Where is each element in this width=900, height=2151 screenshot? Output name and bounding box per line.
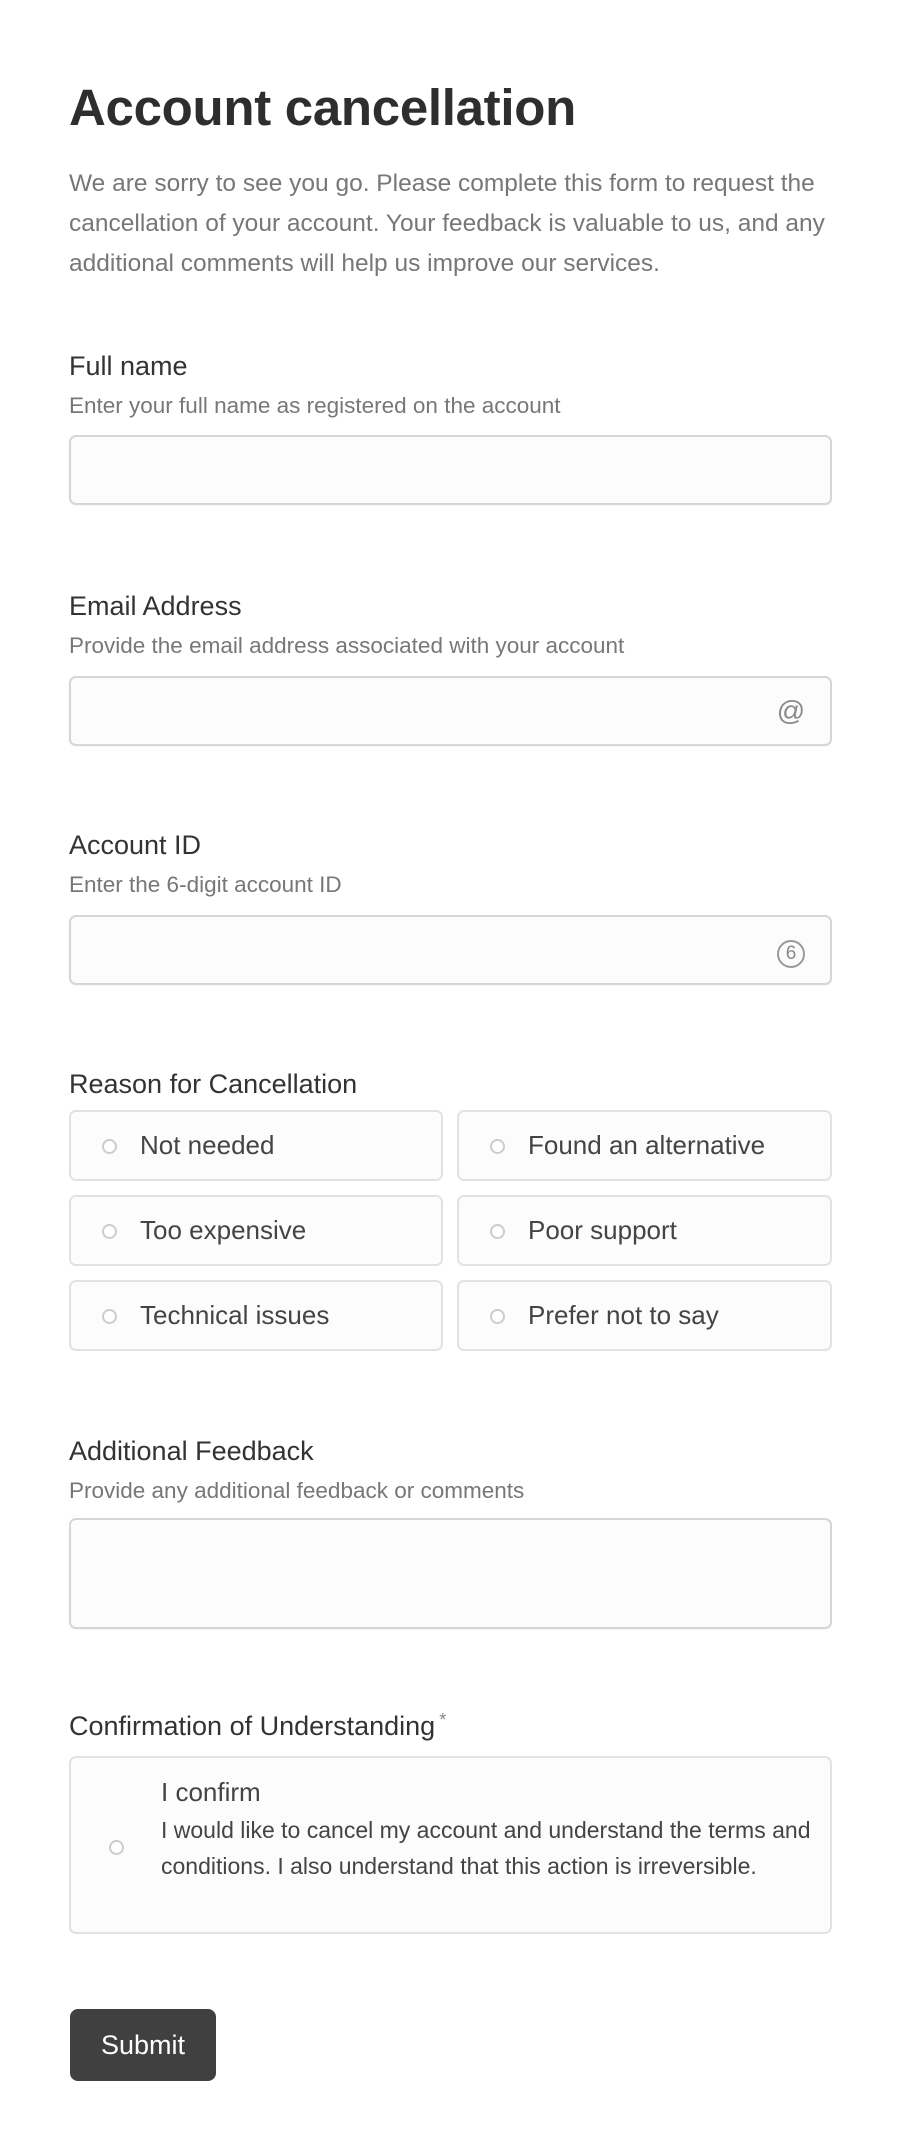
- reason-option-not-needed[interactable]: Not needed: [69, 1110, 443, 1181]
- reason-option-technical-issues[interactable]: Technical issues: [69, 1280, 443, 1351]
- feedback-hint: Provide any additional feedback or comme…: [69, 1478, 525, 1503]
- confirm-option[interactable]: I confirm I would like to cancel my acco…: [69, 1756, 832, 1934]
- full-name-label: Full name: [69, 351, 188, 381]
- feedback-textarea[interactable]: [71, 1520, 830, 1627]
- page-description: We are sorry to see you go. Please compl…: [69, 170, 825, 277]
- radio-icon[interactable]: [490, 1138, 505, 1154]
- radio-icon[interactable]: [102, 1308, 117, 1324]
- account-id-field[interactable]: 6: [69, 915, 832, 985]
- email-input[interactable]: [71, 678, 830, 744]
- feedback-field[interactable]: [69, 1518, 832, 1629]
- reason-option-label: Poor support: [528, 1215, 677, 1245]
- email-hint: Provide the email address associated wit…: [69, 633, 625, 658]
- submit-button[interactable]: Submit: [70, 2009, 216, 2081]
- confirm-option-text: I would like to cancel my account and un…: [161, 1817, 811, 1879]
- reason-option-label: Too expensive: [140, 1215, 307, 1245]
- reason-option-label: Not needed: [140, 1130, 275, 1160]
- account-id-hint: Enter the 6-digit account ID: [69, 872, 342, 897]
- reason-label: Reason for Cancellation: [69, 1069, 358, 1099]
- radio-icon[interactable]: [490, 1308, 505, 1324]
- circled-six-icon: 6: [776, 935, 806, 968]
- account-id-input[interactable]: [71, 917, 830, 983]
- full-name-field[interactable]: [69, 435, 832, 505]
- email-field[interactable]: @: [69, 676, 832, 746]
- radio-icon[interactable]: [102, 1138, 117, 1154]
- account-id-label: Account ID: [69, 830, 202, 860]
- reason-option-prefer-not-to-say[interactable]: Prefer not to say: [457, 1280, 832, 1351]
- reason-option-found-alternative[interactable]: Found an alternative: [457, 1110, 832, 1181]
- required-marker: *: [439, 1710, 447, 1730]
- reason-option-label: Prefer not to say: [528, 1300, 719, 1330]
- page-title: Account cancellation: [69, 79, 576, 136]
- reason-option-label: Found an alternative: [528, 1130, 766, 1160]
- feedback-label: Additional Feedback: [69, 1436, 314, 1466]
- email-label: Email Address: [69, 591, 242, 621]
- radio-icon[interactable]: [109, 1840, 124, 1855]
- radio-icon[interactable]: [102, 1223, 117, 1239]
- reason-option-label: Technical issues: [140, 1300, 330, 1330]
- confirmation-label-text: Confirmation of Understanding: [69, 1711, 436, 1741]
- reason-option-too-expensive[interactable]: Too expensive: [69, 1195, 443, 1266]
- full-name-input[interactable]: [71, 437, 830, 503]
- reason-option-poor-support[interactable]: Poor support: [457, 1195, 832, 1266]
- radio-icon[interactable]: [490, 1223, 505, 1239]
- at-sign-icon: @: [776, 695, 806, 726]
- confirmation-label: Confirmation of Understanding *: [69, 1710, 446, 1742]
- circled-six-glyph: 6: [777, 940, 805, 968]
- reason-options: Not needed Found an alternative Too expe…: [69, 1110, 832, 1351]
- confirm-option-title: I confirm: [161, 1777, 261, 1807]
- full-name-hint: Enter your full name as registered on th…: [69, 393, 561, 418]
